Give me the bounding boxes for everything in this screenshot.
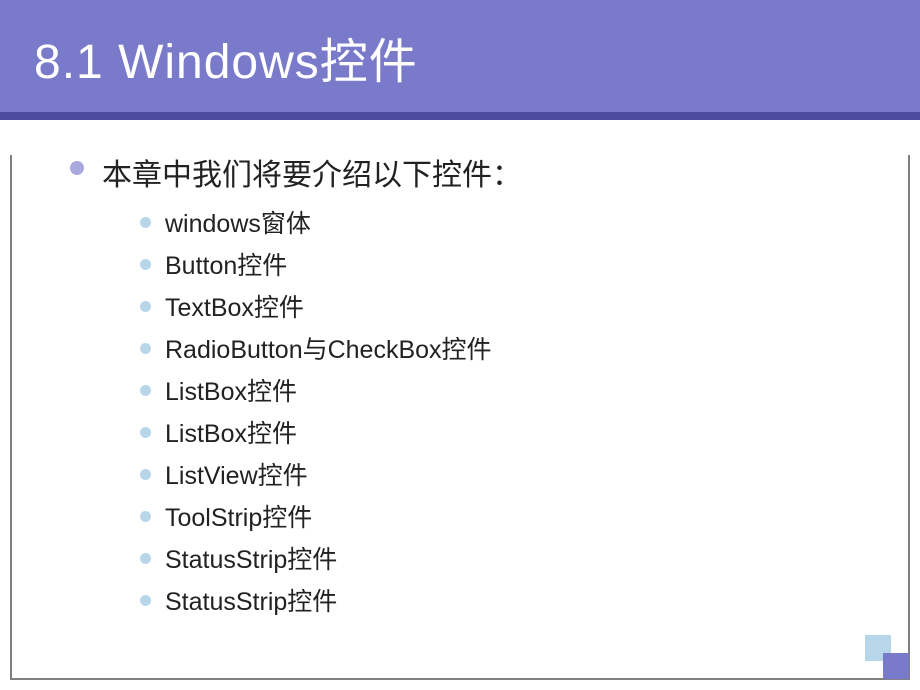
list-item-label: ToolStrip控件 <box>165 498 312 534</box>
slide-title: 8.1 Windows控件 <box>34 22 886 92</box>
list-item: ToolStrip控件 <box>140 498 870 534</box>
list-item: ListBox控件 <box>140 372 870 408</box>
list-item-label: ListView控件 <box>165 456 308 492</box>
corner-ornament <box>863 633 909 679</box>
list-item: RadioButton与CheckBox控件 <box>140 330 870 366</box>
list-item-label: Button控件 <box>165 246 287 282</box>
content-area: 本章中我们将要介绍以下控件： windows窗体 Button控件 TextBo… <box>0 120 920 644</box>
bullet-icon <box>140 385 151 396</box>
list-item: StatusStrip控件 <box>140 582 870 618</box>
frame-bottom-line <box>10 678 910 680</box>
frame-left-line <box>10 155 12 680</box>
list-item-label: StatusStrip控件 <box>165 540 337 576</box>
bullet-icon <box>140 469 151 480</box>
list-item-label: StatusStrip控件 <box>165 582 337 618</box>
list-item: windows窗体 <box>140 204 870 240</box>
bullet-icon <box>140 427 151 438</box>
bullet-icon <box>140 595 151 606</box>
list-item: StatusStrip控件 <box>140 540 870 576</box>
slide: 8.1 Windows控件 本章中我们将要介绍以下控件： windows窗体 B… <box>0 0 920 690</box>
main-bullet-row: 本章中我们将要介绍以下控件： <box>70 150 870 194</box>
frame-right-line <box>908 155 910 680</box>
list-item: Button控件 <box>140 246 870 282</box>
list-item-label: windows窗体 <box>165 204 311 240</box>
bullet-icon <box>140 553 151 564</box>
list-item: TextBox控件 <box>140 288 870 324</box>
ornament-square-dark <box>883 653 909 679</box>
list-item: ListBox控件 <box>140 414 870 450</box>
main-text: 本章中我们将要介绍以下控件： <box>102 150 522 194</box>
list-item-label: RadioButton与CheckBox控件 <box>165 330 492 366</box>
bullet-icon <box>140 217 151 228</box>
bullet-icon <box>140 511 151 522</box>
list-item-label: ListBox控件 <box>165 372 297 408</box>
bullet-icon <box>140 301 151 312</box>
title-bar: 8.1 Windows控件 <box>0 0 920 120</box>
list-item-label: TextBox控件 <box>165 288 304 324</box>
bullet-icon <box>140 343 151 354</box>
list-item-label: ListBox控件 <box>165 414 297 450</box>
bullet-icon <box>70 161 84 175</box>
list-item: ListView控件 <box>140 456 870 492</box>
bullet-icon <box>140 259 151 270</box>
sub-list: windows窗体 Button控件 TextBox控件 RadioButton… <box>140 204 870 618</box>
